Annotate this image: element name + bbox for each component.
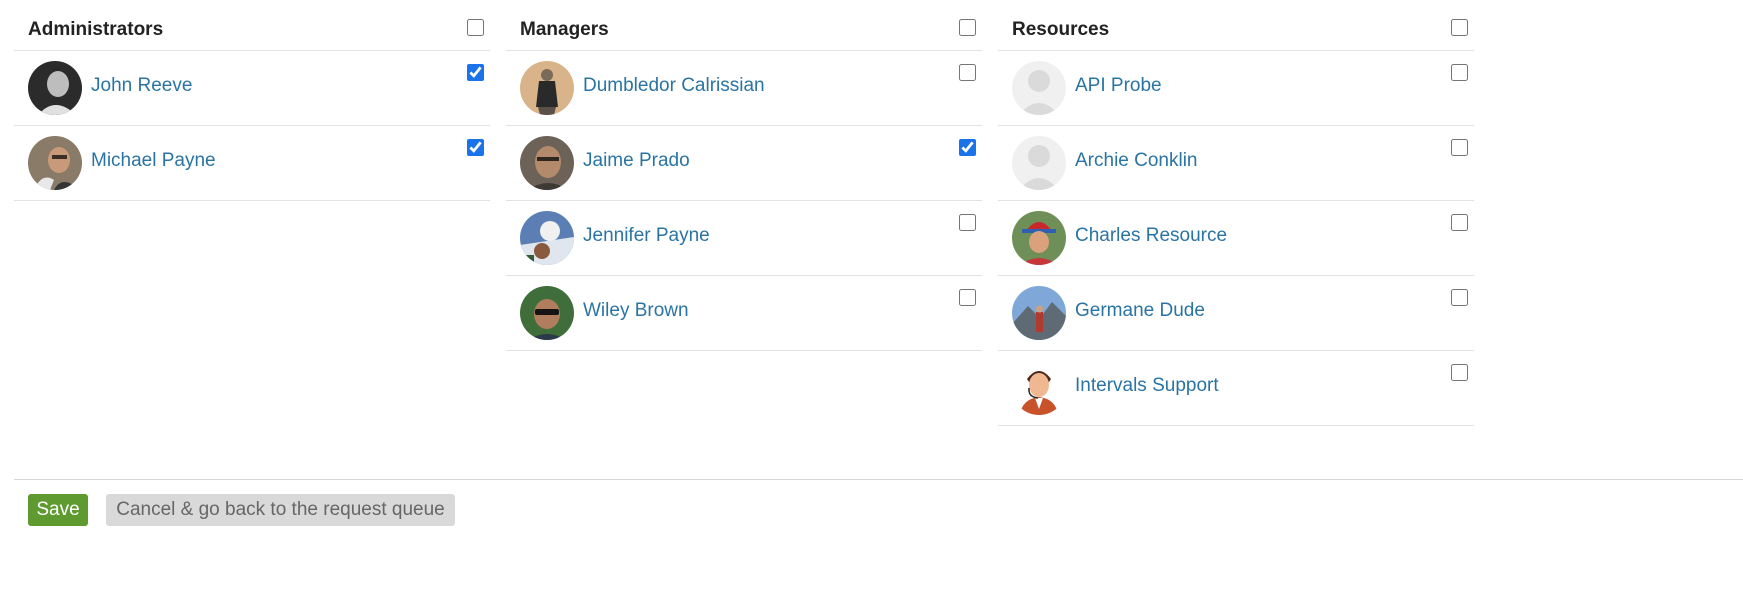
avatar xyxy=(520,136,574,190)
user-name-link[interactable]: Jaime Prado xyxy=(583,150,690,172)
resources-header: Resources xyxy=(998,10,1474,51)
user-checkbox[interactable] xyxy=(1451,64,1468,81)
user-name-link[interactable]: Archie Conklin xyxy=(1075,150,1198,172)
resources-title: Resources xyxy=(1012,19,1110,40)
user-checkbox[interactable] xyxy=(1451,214,1468,231)
user-name-link[interactable]: Jennifer Payne xyxy=(583,225,710,247)
user-row: Jennifer Payne xyxy=(506,201,982,276)
user-name-link[interactable]: Michael Payne xyxy=(91,150,216,172)
user-checkbox[interactable] xyxy=(959,139,976,156)
managers-header: Managers xyxy=(506,10,982,51)
user-checkbox[interactable] xyxy=(959,214,976,231)
user-row: Wiley Brown xyxy=(506,276,982,351)
avatar xyxy=(520,286,574,340)
avatar xyxy=(520,61,574,115)
support-agent-icon xyxy=(1012,361,1066,415)
form-divider xyxy=(14,479,1743,480)
user-row: Dumbledor Calrissian xyxy=(506,51,982,126)
user-row: Archie Conklin xyxy=(998,126,1474,201)
save-button[interactable]: Save xyxy=(28,494,88,526)
user-name-link[interactable]: Intervals Support xyxy=(1075,375,1219,397)
resources-select-all-checkbox[interactable] xyxy=(1451,19,1468,36)
user-row: API Probe xyxy=(998,51,1474,126)
resources-column: Resources API Probe Archie Conklin Charl… xyxy=(998,10,1474,426)
user-name-link[interactable]: Wiley Brown xyxy=(583,300,689,322)
user-checkbox[interactable] xyxy=(1451,139,1468,156)
user-checkbox[interactable] xyxy=(959,289,976,306)
avatar xyxy=(520,211,574,265)
user-checkbox[interactable] xyxy=(467,139,484,156)
user-checkbox[interactable] xyxy=(1451,289,1468,306)
user-name-link[interactable]: Charles Resource xyxy=(1075,225,1227,247)
avatar xyxy=(1012,286,1066,340)
user-row: Michael Payne xyxy=(14,126,490,201)
managers-column: Managers Dumbledor Calrissian Jaime Prad… xyxy=(506,10,982,351)
cancel-button[interactable]: Cancel & go back to the request queue xyxy=(106,494,455,526)
administrators-header: Administrators xyxy=(14,10,490,51)
user-checkbox[interactable] xyxy=(467,64,484,81)
administrators-column: Administrators John Reeve Michael Payne xyxy=(14,10,490,201)
user-row: Jaime Prado xyxy=(506,126,982,201)
managers-title: Managers xyxy=(520,19,609,40)
default-avatar-icon xyxy=(1012,136,1066,190)
user-name-link[interactable]: John Reeve xyxy=(91,75,192,97)
avatar xyxy=(28,61,82,115)
avatar xyxy=(28,136,82,190)
user-name-link[interactable]: Germane Dude xyxy=(1075,300,1205,322)
avatar xyxy=(1012,211,1066,265)
user-name-link[interactable]: API Probe xyxy=(1075,75,1162,97)
user-name-link[interactable]: Dumbledor Calrissian xyxy=(583,75,765,97)
user-row: Germane Dude xyxy=(998,276,1474,351)
user-checkbox[interactable] xyxy=(959,64,976,81)
user-checkbox[interactable] xyxy=(1451,364,1468,381)
user-row: Intervals Support xyxy=(998,351,1474,426)
default-avatar-icon xyxy=(1012,61,1066,115)
administrators-title: Administrators xyxy=(28,19,164,40)
user-row: Charles Resource xyxy=(998,201,1474,276)
managers-select-all-checkbox[interactable] xyxy=(959,19,976,36)
administrators-select-all-checkbox[interactable] xyxy=(467,19,484,36)
user-row: John Reeve xyxy=(14,51,490,126)
